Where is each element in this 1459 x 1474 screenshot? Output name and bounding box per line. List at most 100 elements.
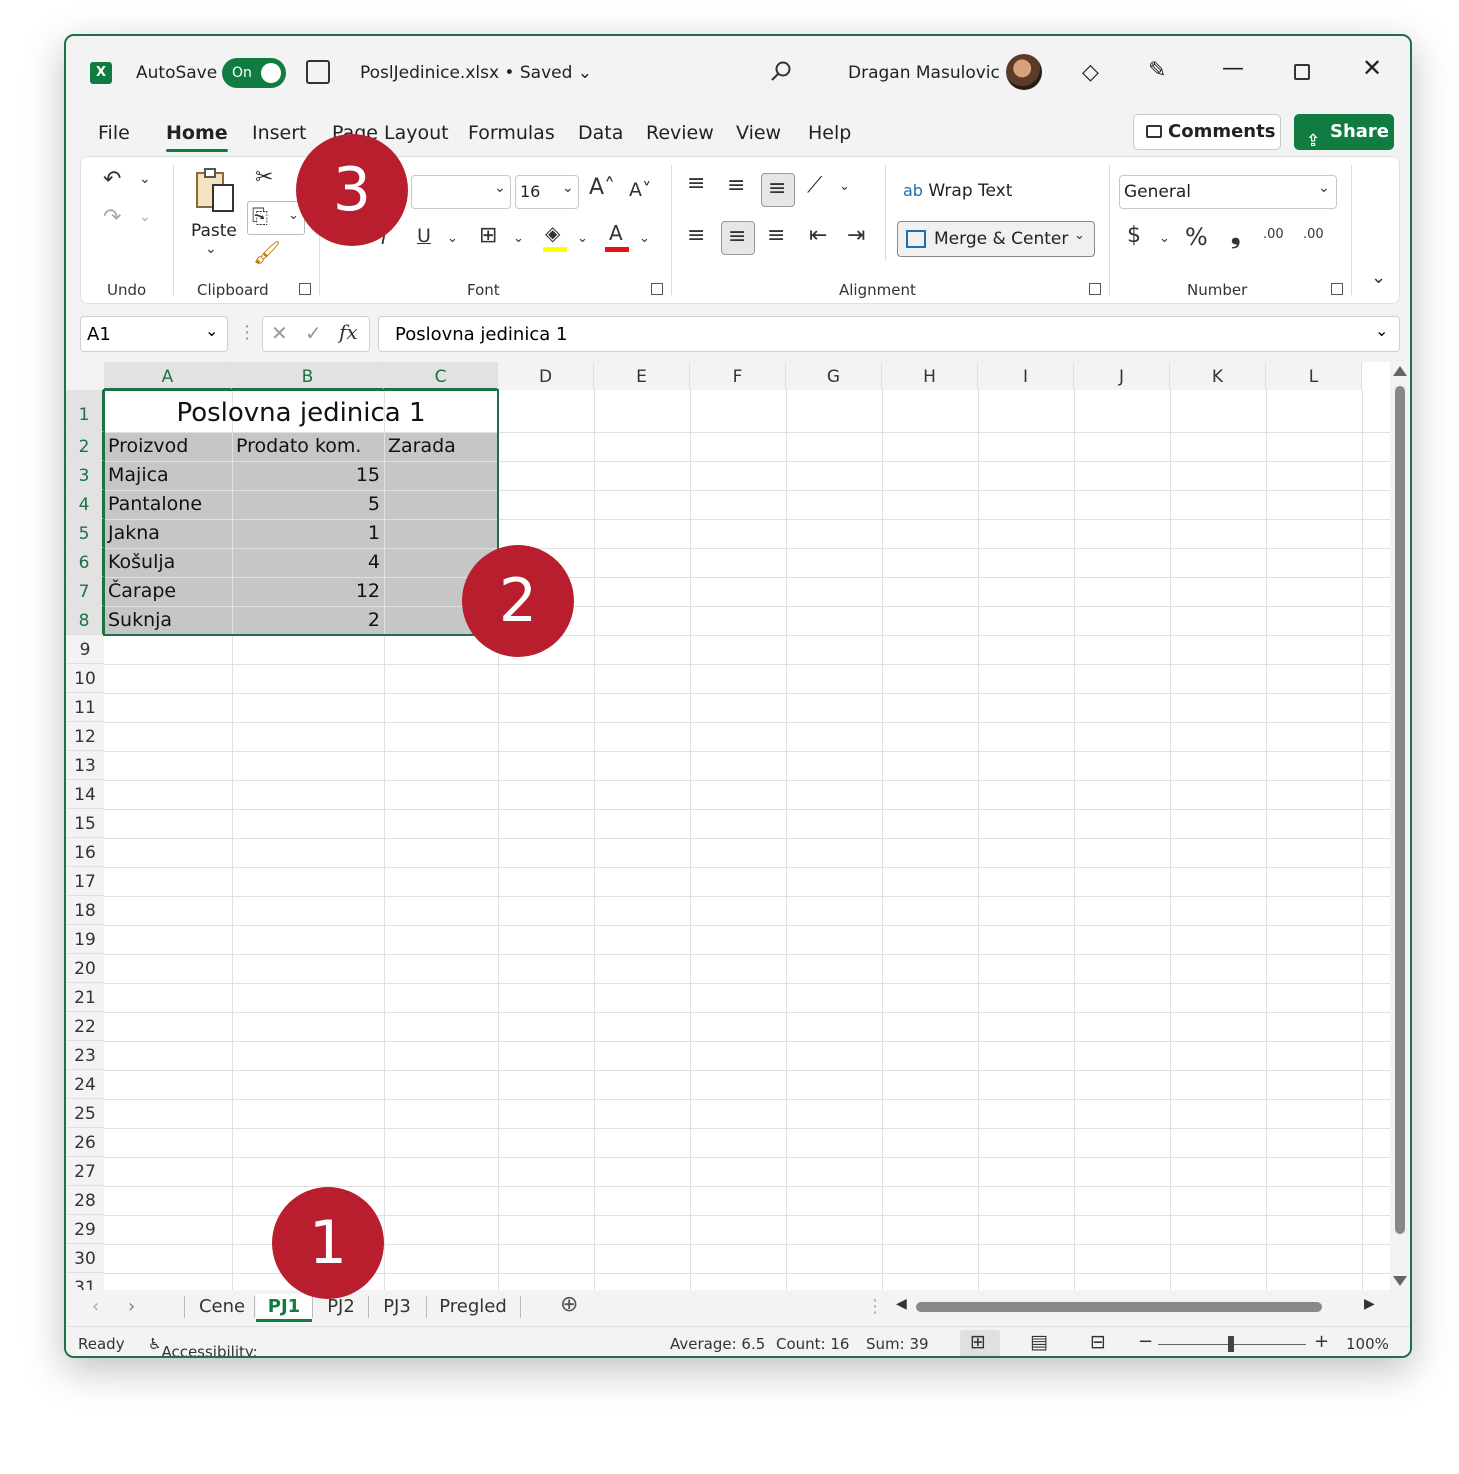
undo-icon[interactable]: ↶ [103,167,121,192]
normal-view-button[interactable]: ⊞ [960,1330,1000,1356]
row-header[interactable]: 26 [66,1128,104,1157]
copy-button[interactable]: ⎘ ⌄ [247,201,305,235]
tab-file[interactable]: File [98,122,130,144]
hscroll-right-icon[interactable]: ▶ [1364,1296,1375,1312]
cut-icon[interactable]: ✂ [255,165,273,190]
select-all-corner[interactable] [66,362,104,390]
row-header[interactable]: 19 [66,925,104,954]
orientation-icon[interactable]: ⟋ [807,173,822,198]
status-sum[interactable]: Sum: 39 [866,1335,929,1353]
scroll-down-icon[interactable] [1393,1276,1407,1286]
tab-view[interactable]: View [736,122,781,144]
comments-button[interactable]: Comments [1133,114,1281,150]
tab-formulas[interactable]: Formulas [468,122,555,144]
accounting-icon[interactable]: $ [1127,223,1141,248]
font-color-button[interactable]: A [605,221,631,253]
zoom-slider-knob[interactable] [1228,1336,1234,1352]
row-header[interactable]: 18 [66,896,104,925]
column-header-e[interactable]: E [594,362,690,390]
row-header[interactable]: 6 [66,548,104,577]
close-icon[interactable]: ✕ [1362,54,1382,82]
row-header[interactable]: 25 [66,1099,104,1128]
tab-scroll-right-icon[interactable]: › [128,1296,135,1317]
redo-dropdown-icon[interactable]: ⌄ [139,209,151,225]
redo-icon[interactable]: ↷ [103,205,121,230]
row-header[interactable]: 4 [66,490,104,519]
paste-label[interactable]: Paste [191,221,237,241]
diamond-icon[interactable]: ◇ [1082,60,1099,85]
column-header-g[interactable]: G [786,362,882,390]
tab-split-grip-icon[interactable]: ⋮ [866,1296,884,1317]
row-header[interactable]: 12 [66,722,104,751]
fill-color-button[interactable]: ◈ [543,221,569,253]
paste-dropdown-icon[interactable]: ⌄ [205,241,217,257]
comma-icon[interactable]: ❟ [1231,221,1240,249]
zoom-out-icon[interactable]: − [1138,1331,1153,1352]
file-name[interactable]: PoslJedinice.xlsx • Saved ⌄ [360,63,592,83]
share-button[interactable]: ⇪ Share [1294,114,1394,151]
accessibility-status[interactable]: ♿ Accessibility: Good to go [148,1335,258,1356]
row-header[interactable]: 2 [66,432,104,461]
row-header[interactable]: 24 [66,1070,104,1099]
row-header[interactable]: 7 [66,577,104,606]
ribbon-expand-chevron-icon[interactable]: ⌄ [1371,267,1386,288]
accounting-dropdown-icon[interactable]: ⌄ [1159,231,1170,246]
minimize-icon[interactable]: — [1222,56,1244,81]
tab-review[interactable]: Review [646,122,714,144]
row-header[interactable]: 31 [66,1273,104,1290]
align-left-icon[interactable]: ≡ [687,223,705,248]
enter-icon[interactable]: ✓ [305,321,322,345]
decrease-indent-icon[interactable]: ⇤ [809,223,827,248]
format-painter-icon[interactable]: 🖌 [253,241,281,266]
row-header[interactable]: 29 [66,1215,104,1244]
horizontal-scroll-thumb[interactable] [916,1302,1322,1312]
insert-function-icon[interactable]: fx [339,320,358,344]
column-header-k[interactable]: K [1170,362,1266,390]
sheet-tab-pregled[interactable]: Pregled [430,1294,516,1322]
sheet-tab-cene[interactable]: Cene [190,1294,254,1322]
font-launcher-icon[interactable] [651,283,663,295]
column-header-i[interactable]: I [978,362,1074,390]
undo-dropdown-icon[interactable]: ⌄ [139,171,151,187]
row-header[interactable]: 9 [66,635,104,664]
column-header-d[interactable]: D [498,362,594,390]
align-center-button[interactable]: ≡ [721,221,755,255]
increase-decimal-icon[interactable]: .00 [1263,227,1284,242]
tab-scroll-left-icon[interactable]: ‹ [92,1296,99,1317]
row-header[interactable]: 1 [66,390,104,432]
column-header-l[interactable]: L [1266,362,1362,390]
formula-bar-grip-icon[interactable]: ⋮ [238,322,256,343]
number-format-dropdown[interactable]: General ⌄ [1119,175,1337,209]
align-middle-icon[interactable]: ≡ [727,173,745,198]
decrease-decimal-icon[interactable]: .00 [1303,227,1324,242]
row-header[interactable]: 17 [66,867,104,896]
add-sheet-icon[interactable]: ⊕ [560,1292,578,1317]
formula-input[interactable]: Poslovna jedinica 1 ⌄ [378,316,1400,352]
fill-color-dropdown-icon[interactable]: ⌄ [577,231,588,246]
column-header-a[interactable]: A [104,362,232,390]
sheet-tab-pj1[interactable]: PJ1 [256,1294,312,1322]
tab-data[interactable]: Data [578,122,623,144]
column-header-h[interactable]: H [882,362,978,390]
autosave-toggle[interactable]: On [222,58,286,88]
row-header[interactable]: 8 [66,606,104,635]
hscroll-left-icon[interactable]: ◀ [896,1296,907,1312]
percent-icon[interactable]: % [1185,223,1208,251]
increase-indent-icon[interactable]: ⇥ [847,223,865,248]
row-header[interactable]: 14 [66,780,104,809]
save-icon[interactable] [306,60,330,84]
column-header-f[interactable]: F [690,362,786,390]
alignment-launcher-icon[interactable] [1089,283,1101,295]
status-count[interactable]: Count: 16 [776,1335,849,1353]
page-break-view-button[interactable]: ⊟ [1080,1330,1120,1356]
row-header[interactable]: 27 [66,1157,104,1186]
orientation-dropdown-icon[interactable]: ⌄ [839,179,850,194]
row-header[interactable]: 21 [66,983,104,1012]
worksheet-grid[interactable]: A B C D E F G H I J K L 1 2 3 4 5 6 7 8 9 10 11 12 13 14 15 16 17 18 1… [66,362,1390,1290]
row-header[interactable]: 16 [66,838,104,867]
row-header[interactable]: 3 [66,461,104,490]
row-header[interactable]: 10 [66,664,104,693]
decrease-font-icon[interactable]: A˅ [629,179,652,201]
merge-center-button[interactable]: Merge & Center ⌄ [897,221,1095,257]
number-launcher-icon[interactable] [1331,283,1343,295]
